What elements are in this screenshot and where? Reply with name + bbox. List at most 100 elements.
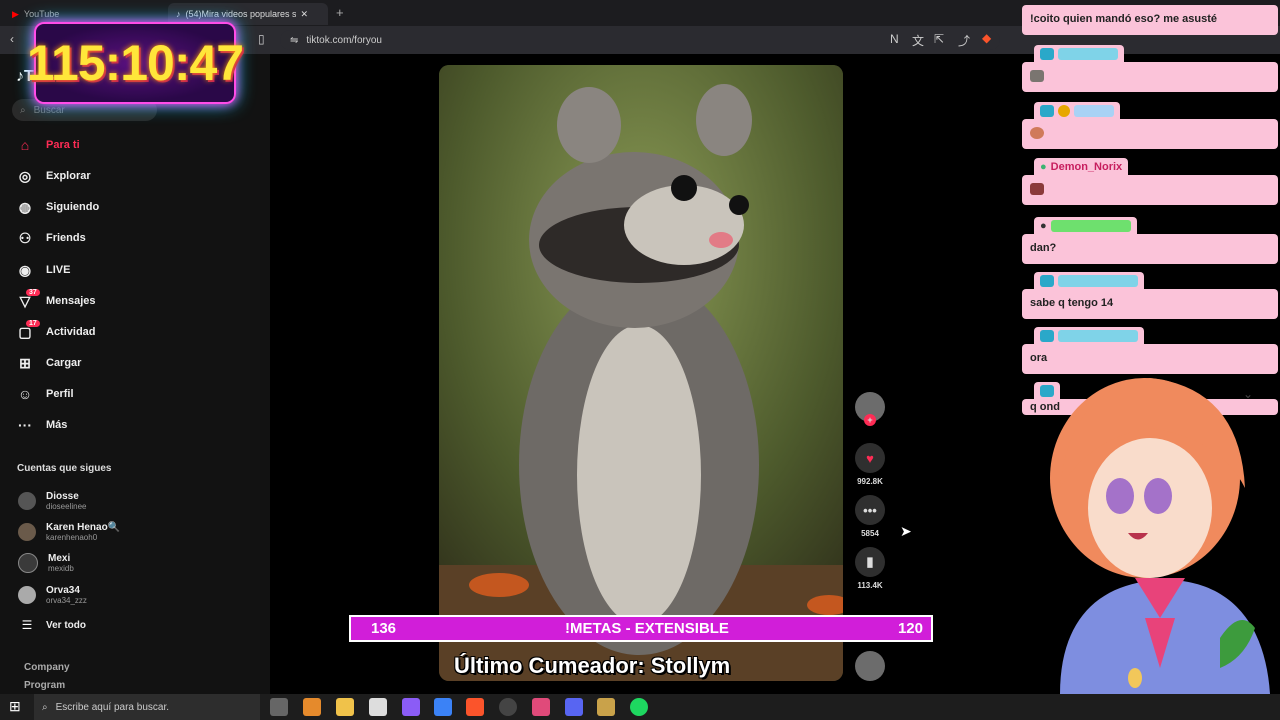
username-blur	[1074, 104, 1114, 117]
nav-perfil[interactable]: ☺ Perfil	[16, 383, 74, 405]
url-text: tiktok.com/foryou	[306, 34, 382, 46]
timer-text: 115:10:47	[26, 35, 244, 91]
open-external-icon[interactable]: ⇱	[934, 32, 944, 46]
follow-plus-icon[interactable]: +	[864, 414, 876, 426]
tab-title: YouTube	[23, 9, 60, 19]
tiktok-icon: ♪	[176, 9, 181, 19]
goal-right-value: 120	[897, 620, 923, 637]
creator-avatar-button[interactable]: +	[853, 392, 887, 426]
vtuber-avatar	[1050, 378, 1270, 694]
chat-message	[1022, 119, 1278, 149]
back-icon[interactable]: ‹	[10, 32, 14, 46]
account-item[interactable]: Diosse dioseelinee	[18, 489, 86, 513]
save-button[interactable]: ▮ 113.4K	[853, 547, 887, 590]
notion-icon[interactable]	[369, 698, 387, 716]
tab-title: (54)Mira videos populares se...	[185, 9, 296, 19]
nav-mas[interactable]: ··· Más	[16, 414, 67, 436]
nav-mensajes[interactable]: ▽ 37 Mensajes	[16, 288, 96, 312]
avatar	[18, 492, 36, 510]
obs-icon[interactable]	[499, 698, 517, 716]
windows-start-icon[interactable]: ⊞	[9, 698, 21, 715]
comment-icon: •••	[855, 495, 885, 525]
account-item[interactable]: Orva34 orva34_zzz	[18, 583, 87, 607]
brave-shield-icon[interactable]: ◆	[982, 31, 991, 45]
task-view-icon[interactable]	[270, 698, 288, 716]
account-item[interactable]: Mexi mexidb	[18, 551, 74, 575]
username-blur	[1058, 329, 1138, 342]
video-player[interactable]	[439, 65, 843, 681]
friends-icon: ⚇	[18, 229, 32, 246]
site-info-icon[interactable]: ⇋	[290, 35, 298, 46]
bookmark-icon: ▮	[855, 547, 885, 577]
file-explorer-icon[interactable]	[336, 698, 354, 716]
tiktok-logo-icon: ♪	[16, 68, 24, 85]
taskbar-search-input[interactable]: ⌕ Escribe aquí para buscar.	[34, 694, 260, 720]
chat-text: !coito quien mandó eso? me asusté	[1030, 13, 1218, 25]
share-icon[interactable]: ⤴	[958, 32, 970, 49]
footer-program[interactable]: Program	[24, 680, 65, 691]
chat-message: dan?	[1022, 234, 1278, 264]
chat-message	[1022, 62, 1278, 92]
activity-badge: 17	[26, 319, 40, 327]
badge-icon: ●	[1040, 219, 1047, 232]
pen-app-icon[interactable]	[402, 698, 420, 716]
search-placeholder: Buscar	[33, 104, 65, 116]
reader-icon[interactable]: N	[890, 32, 899, 46]
bookmark-icon[interactable]: ▯	[258, 32, 265, 46]
app-icon[interactable]	[532, 698, 550, 716]
emote-icon	[1030, 127, 1044, 139]
chat-username: ● Demon_Norix	[1034, 158, 1129, 175]
app-icon[interactable]	[303, 698, 321, 716]
nav-siguiendo[interactable]: ◍ Siguiendo	[16, 196, 99, 218]
spotify-icon[interactable]	[630, 698, 648, 716]
comment-count: 5854	[861, 529, 879, 538]
nav-para-ti[interactable]: ⌂ Para ti	[16, 134, 80, 156]
mouse-cursor-icon: ➤	[900, 523, 912, 539]
sub-badge-icon: ●	[1040, 160, 1047, 173]
more-icon: ···	[18, 417, 32, 433]
following-icon: ◍	[18, 198, 32, 215]
comment-button[interactable]: ••• 5854	[853, 495, 887, 538]
badge-icon	[1040, 329, 1054, 342]
list-icon: ☰	[21, 618, 33, 632]
nav-live[interactable]: ◉ LIVE	[16, 259, 71, 281]
account-item[interactable]: Karen Henao🔍 karenhenaoh0	[18, 520, 120, 544]
new-tab-icon[interactable]: +	[336, 5, 344, 20]
chat-message: sabe q tengo 14	[1022, 289, 1278, 319]
raccoon-video-frame	[439, 65, 843, 681]
goal-banner: 136 !METAS - EXTENSIBLE 120	[349, 615, 933, 642]
nav-cargar[interactable]: ⊞ Cargar	[16, 352, 81, 374]
nav-actividad[interactable]: ▢ 17 Actividad	[16, 319, 96, 343]
chat-username	[1034, 327, 1144, 344]
avatar	[18, 586, 36, 604]
like-count: 992.8K	[857, 477, 883, 486]
nav-explorar[interactable]: ◎ Explorar	[16, 165, 91, 187]
youtube-icon: ▶	[12, 8, 19, 19]
chat-username	[1034, 272, 1144, 289]
store-icon[interactable]	[434, 698, 452, 716]
raccoon-emote-icon	[1030, 70, 1044, 82]
brave-icon[interactable]	[466, 698, 484, 716]
live-icon: ◉	[18, 261, 32, 278]
footer-company[interactable]: Company	[24, 662, 70, 673]
activity-icon: ▢ 17	[16, 319, 40, 341]
search-icon: ⌕	[20, 104, 26, 116]
avatar	[18, 553, 38, 573]
like-button[interactable]: ♥ 992.8K	[853, 443, 887, 486]
discord-icon[interactable]	[565, 698, 583, 716]
avatar	[18, 523, 36, 541]
media-player-icon[interactable]	[597, 698, 615, 716]
save-count: 113.4K	[857, 581, 883, 590]
chat-message	[1022, 175, 1278, 205]
following-header: Cuentas que sigues	[17, 463, 112, 474]
upload-icon: ⊞	[19, 354, 31, 371]
chat-message: !coito quien mandó eso? me asusté	[1022, 5, 1278, 35]
see-all-link[interactable]: ☰ Ver todo	[18, 613, 86, 637]
heart-icon: ♥	[855, 443, 885, 473]
sound-avatar[interactable]	[853, 651, 887, 685]
badge-icon	[1040, 104, 1054, 117]
translate-icon[interactable]: 文	[912, 32, 924, 49]
nav-friends[interactable]: ⚇ Friends	[16, 227, 86, 249]
messages-icon: ▽ 37	[16, 288, 40, 310]
close-icon[interactable]: ✕	[301, 9, 309, 20]
